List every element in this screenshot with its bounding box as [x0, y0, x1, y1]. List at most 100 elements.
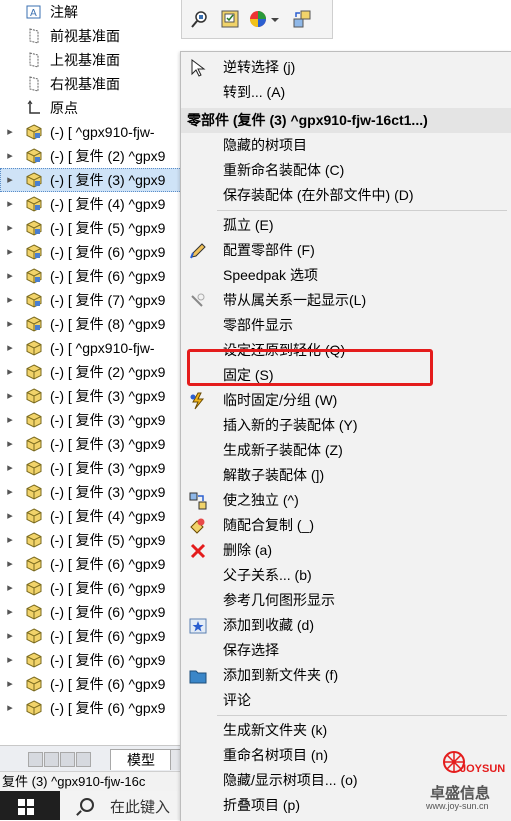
tree-item-component[interactable]: ▸ (-) [ 复件 (6) ^gpx9 [0, 264, 186, 288]
expand-arrow-icon[interactable]: ▸ [5, 120, 15, 144]
menu-item[interactable]: 隐藏的树项目 [181, 133, 511, 158]
expand-arrow-icon[interactable]: ▸ [5, 312, 15, 336]
expand-arrow-icon[interactable]: ▸ [5, 552, 15, 576]
tree-item-component[interactable]: ▸ (-) [ 复件 (6) ^gpx9 [0, 624, 186, 648]
nav-prev-button[interactable] [44, 752, 59, 767]
tree-item-component[interactable]: ▸ (-) [ 复件 (6) ^gpx9 [0, 576, 186, 600]
expand-arrow-icon[interactable]: ▸ [5, 168, 15, 192]
menu-item[interactable]: 使之独立 (^) [181, 488, 511, 513]
tab-model[interactable]: 模型 [110, 749, 172, 770]
expand-arrow-icon[interactable]: ▸ [5, 360, 15, 384]
tree-item-label: (-) [ 复件 (3) ^gpx9 [50, 436, 166, 452]
expand-arrow-icon[interactable]: ▸ [5, 384, 15, 408]
make-independent-icon [189, 492, 207, 510]
temp-fix-icon [190, 392, 205, 410]
menu-item[interactable]: 添加到新文件夹 (f) [181, 663, 511, 688]
menu-item[interactable]: 解散子装配体 (]) [181, 463, 511, 488]
tree-item-component[interactable]: ▸ (-) [ 复件 (3) ^gpx9 [0, 408, 186, 432]
tree-item-component[interactable]: ▸ (-) [ 复件 (3) ^gpx9 [0, 168, 186, 192]
menu-item-label: 参考几何图形显示 [223, 592, 335, 608]
expand-arrow-icon[interactable]: ▸ [5, 600, 15, 624]
tree-item-component[interactable]: ▸ (-) [ 复件 (4) ^gpx9 [0, 504, 186, 528]
nav-first-button[interactable] [28, 752, 43, 767]
expand-arrow-icon[interactable]: ▸ [5, 336, 15, 360]
menu-item[interactable]: Speedpak 选项 [181, 263, 511, 288]
menu-item[interactable]: 零部件显示 [181, 313, 511, 338]
tree-item-origin[interactable]: 原点 [0, 96, 186, 120]
edit-part-icon[interactable] [220, 9, 240, 29]
zoom-to-selection-icon[interactable] [190, 9, 210, 29]
tree-item-component[interactable]: ▸ (-) [ 复件 (8) ^gpx9 [0, 312, 186, 336]
menu-item[interactable]: 重新命名装配体 (C) [181, 158, 511, 183]
windows-start-icon[interactable] [18, 799, 34, 815]
nav-last-button[interactable] [76, 752, 91, 767]
tree-item-component[interactable]: ▸ (-) [ 复件 (6) ^gpx9 [0, 696, 186, 720]
tree-item-component[interactable]: ▸ (-) [ 复件 (2) ^gpx9 [0, 360, 186, 384]
chevron-down-icon[interactable] [270, 9, 280, 29]
menu-item[interactable]: 参考几何图形显示 [181, 588, 511, 613]
expand-arrow-icon[interactable]: ▸ [5, 288, 15, 312]
menu-item[interactable]: 带从属关系一起显示(L) [181, 288, 511, 313]
expand-arrow-icon[interactable]: ▸ [5, 456, 15, 480]
expand-arrow-icon[interactable]: ▸ [5, 408, 15, 432]
menu-item-label: 随配合复制 (_) [223, 517, 314, 533]
menu-item[interactable]: 父子关系... (b) [181, 563, 511, 588]
menu-item-invert-selection[interactable]: 逆转选择 (j) [181, 55, 511, 80]
appearance-icon[interactable] [248, 9, 268, 29]
tree-item-component[interactable]: ▸ (-) [ 复件 (6) ^gpx9 [0, 648, 186, 672]
tree-item-label: (-) [ 复件 (7) ^gpx9 [50, 292, 166, 308]
expand-arrow-icon[interactable]: ▸ [5, 696, 15, 720]
menu-item[interactable]: 评论 [181, 688, 511, 713]
expand-arrow-icon[interactable]: ▸ [5, 504, 15, 528]
expand-arrow-icon[interactable]: ▸ [5, 192, 15, 216]
expand-arrow-icon[interactable]: ▸ [5, 240, 15, 264]
menu-item-goto[interactable]: 转到... (A) [181, 80, 511, 105]
tree-item-component[interactable]: ▸ (-) [ 复件 (6) ^gpx9 [0, 552, 186, 576]
tree-item-component[interactable]: ▸ (-) [ 复件 (3) ^gpx9 [0, 384, 186, 408]
tree-item-component[interactable]: ▸ (-) [ 复件 (4) ^gpx9 [0, 192, 186, 216]
expand-arrow-icon[interactable]: ▸ [5, 264, 15, 288]
expand-arrow-icon[interactable]: ▸ [5, 432, 15, 456]
tree-item-component[interactable]: ▸ (-) [ 复件 (3) ^gpx9 [0, 456, 186, 480]
menu-item-label: 解散子装配体 (]) [223, 467, 325, 483]
tree-item-right-plane[interactable]: 右视基准面 [0, 72, 186, 96]
menu-item[interactable]: 保存选择 [181, 638, 511, 663]
expand-arrow-icon[interactable]: ▸ [5, 624, 15, 648]
tree-item-component[interactable]: ▸ (-) [ 复件 (6) ^gpx9 [0, 672, 186, 696]
menu-item[interactable]: 孤立 (E) [181, 213, 511, 238]
tree-item-component[interactable]: ▸ (-) [ ^gpx910-fjw- [0, 336, 186, 360]
tree-item-label: (-) [ ^gpx910-fjw- [50, 124, 155, 140]
expand-arrow-icon[interactable]: ▸ [5, 480, 15, 504]
nav-next-button[interactable] [60, 752, 75, 767]
tree-item-component[interactable]: ▸ (-) [ 复件 (3) ^gpx9 [0, 480, 186, 504]
tree-item-component[interactable]: ▸ (-) [ 复件 (3) ^gpx9 [0, 432, 186, 456]
expand-arrow-icon[interactable]: ▸ [5, 576, 15, 600]
menu-item[interactable]: 生成新文件夹 (k) [181, 718, 511, 743]
expand-arrow-icon[interactable]: ▸ [5, 672, 15, 696]
expand-arrow-icon[interactable]: ▸ [5, 528, 15, 552]
tree-item-component[interactable]: ▸ (-) [ 复件 (7) ^gpx9 [0, 288, 186, 312]
menu-item[interactable]: 添加到收藏 (d) [181, 613, 511, 638]
tree-item-label: (-) [ 复件 (4) ^gpx9 [50, 196, 166, 212]
expand-arrow-icon[interactable]: ▸ [5, 648, 15, 672]
tree-item-component[interactable]: ▸ (-) [ 复件 (6) ^gpx9 [0, 240, 186, 264]
tree-item-component[interactable]: ▸ (-) [ 复件 (5) ^gpx9 [0, 528, 186, 552]
tree-item-component[interactable]: ▸ (-) [ 复件 (5) ^gpx9 [0, 216, 186, 240]
tree-item-top-plane[interactable]: 上视基准面 [0, 48, 186, 72]
tree-item-front-plane[interactable]: 前视基准面 [0, 24, 186, 48]
menu-item[interactable]: 保存装配体 (在外部文件中) (D) [181, 183, 511, 208]
menu-item[interactable]: 临时固定/分组 (W) [181, 388, 511, 413]
assembly-structure-icon[interactable] [292, 9, 312, 29]
menu-item[interactable]: 配置零部件 (F) [181, 238, 511, 263]
expand-arrow-icon[interactable]: ▸ [5, 216, 15, 240]
menu-item[interactable]: 生成新子装配体 (Z) [181, 438, 511, 463]
menu-item[interactable]: 插入新的子装配体 (Y) [181, 413, 511, 438]
tree-item-component[interactable]: ▸ (-) [ 复件 (2) ^gpx9 [0, 144, 186, 168]
menu-item[interactable]: 随配合复制 (_) [181, 513, 511, 538]
tree-item-component[interactable]: ▸ (-) [ ^gpx910-fjw- [0, 120, 186, 144]
tree-item-annotations[interactable]: A 注解 [0, 0, 186, 24]
expand-arrow-icon[interactable]: ▸ [5, 144, 15, 168]
menu-item[interactable]: 删除 (a) [181, 538, 511, 563]
taskbar-search-box[interactable]: 在此键入 [60, 791, 186, 820]
tree-item-component[interactable]: ▸ (-) [ 复件 (6) ^gpx9 [0, 600, 186, 624]
